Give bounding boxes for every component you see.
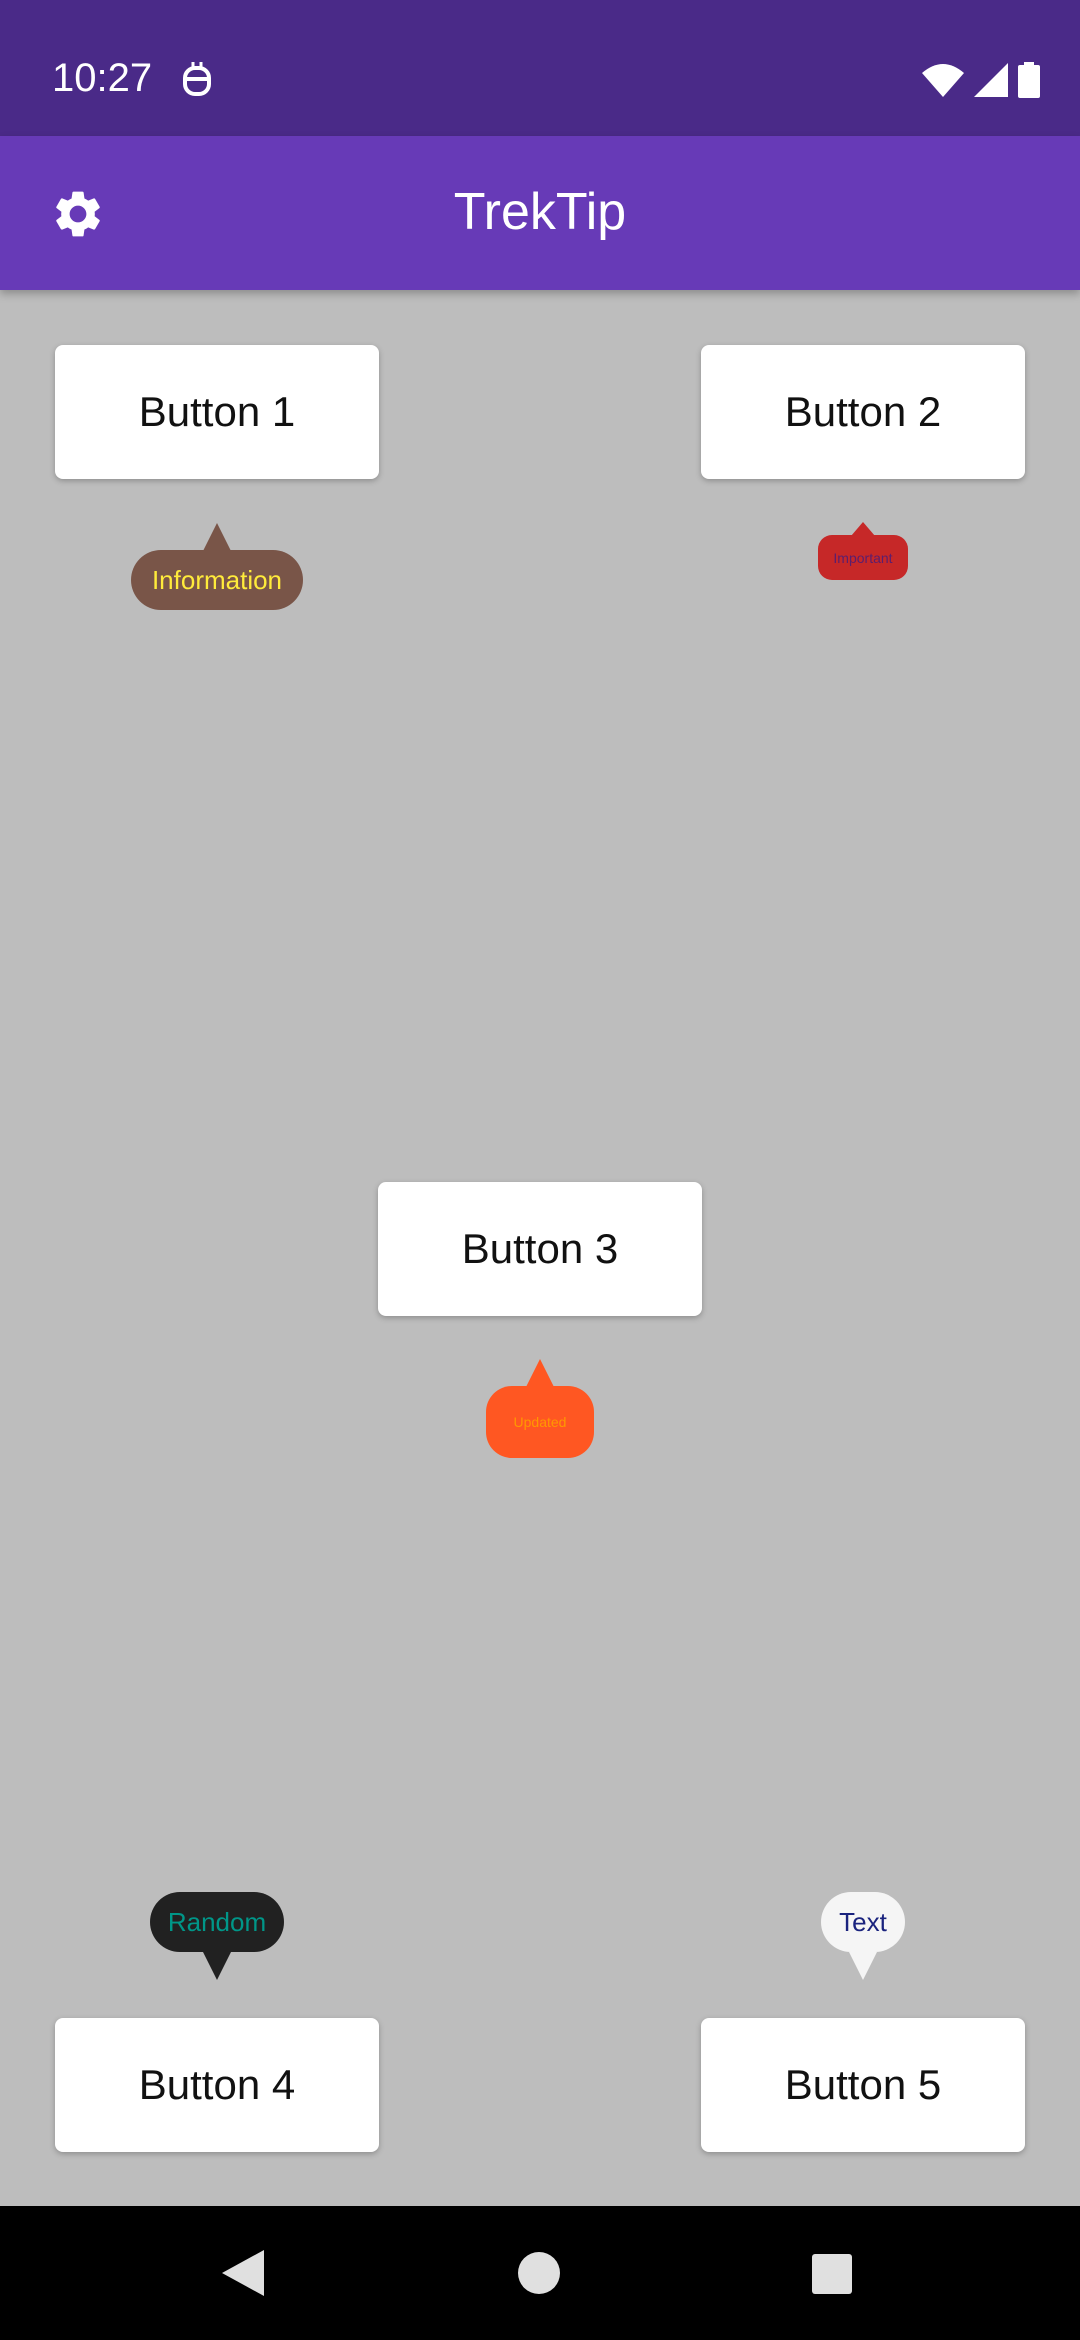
button-2[interactable]: Button 2 — [701, 345, 1025, 479]
robot-icon — [182, 62, 212, 105]
status-time: 10:27 — [52, 56, 153, 100]
status-bar: 10:27 — [0, 0, 1080, 136]
back-icon[interactable] — [222, 2250, 264, 2301]
button-1[interactable]: Button 1 — [55, 345, 379, 479]
app-bar: TrekTip — [0, 136, 1080, 290]
tooltip-updated: Updated — [486, 1386, 594, 1458]
battery-icon — [1018, 62, 1040, 103]
signal-icon — [974, 63, 1008, 102]
tooltip-text: Text — [821, 1892, 905, 1952]
tooltip-information: Information — [131, 550, 303, 610]
tooltip-important-arrow — [851, 522, 875, 536]
tooltip-information-arrow — [203, 523, 231, 551]
tooltip-updated-arrow — [526, 1359, 554, 1387]
button-5[interactable]: Button 5 — [701, 2018, 1025, 2152]
wifi-icon — [922, 63, 964, 102]
home-icon[interactable] — [518, 2252, 560, 2294]
app-title: TrekTip — [453, 183, 627, 241]
tooltip-text-arrow — [849, 1952, 877, 1980]
tooltip-random: Random — [150, 1892, 284, 1952]
navigation-bar — [0, 2206, 1080, 2340]
recents-icon[interactable] — [812, 2254, 852, 2294]
button-4[interactable]: Button 4 — [55, 2018, 379, 2152]
tooltip-random-arrow — [203, 1952, 231, 1980]
tooltip-important: Important — [818, 535, 908, 580]
button-3[interactable]: Button 3 — [378, 1182, 702, 1316]
